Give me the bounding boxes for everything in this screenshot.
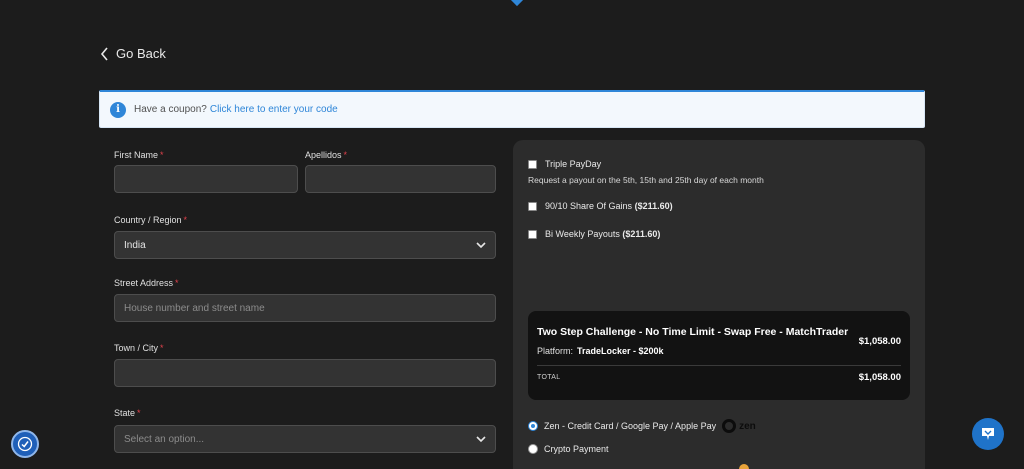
go-back-label: Go Back	[116, 46, 166, 61]
town-label: Town / City *	[114, 343, 164, 353]
first-name-field[interactable]	[114, 165, 298, 193]
country-select[interactable]: India	[114, 231, 496, 259]
addon-share-gains[interactable]: 90/10 Share Of Gains ($211.60)	[528, 201, 673, 211]
order-panel: Triple PayDay Request a payout on the 5t…	[513, 140, 925, 469]
state-select[interactable]: Select an option...	[114, 425, 496, 453]
checkbox[interactable]	[528, 229, 537, 239]
platform-line: Platform: TradeLocker - $200k	[537, 346, 664, 356]
go-back-link[interactable]: Go Back	[100, 46, 166, 61]
order-summary: Two Step Challenge - No Time Limit - Swa…	[528, 311, 910, 400]
total-amount: $1,058.00	[858, 372, 901, 383]
country-label: Country / Region *	[114, 215, 188, 225]
chevron-down-icon	[476, 436, 486, 443]
apellidos-label: Apellidos *	[305, 150, 348, 160]
accessibility-icon	[17, 436, 33, 452]
country-value: India	[124, 239, 146, 251]
town-input[interactable]	[114, 359, 496, 387]
divider	[537, 365, 901, 366]
chevron-down-icon	[476, 242, 486, 249]
top-indicator	[509, 0, 525, 7]
product-price: $1,058.00	[858, 336, 901, 347]
first-name-label: First Name *	[114, 150, 164, 160]
checkbox[interactable]	[528, 201, 537, 211]
street-address-input[interactable]: House number and street name	[114, 294, 496, 322]
coupon-notice: i Have a coupon? Click here to enter you…	[99, 90, 925, 128]
state-placeholder: Select an option...	[124, 433, 205, 445]
payment-option-crypto[interactable]: Crypto Payment	[528, 444, 609, 454]
street-label: Street Address *	[114, 278, 179, 288]
apellidos-field[interactable]	[305, 165, 496, 193]
chat-support-button[interactable]	[972, 418, 1004, 450]
product-title: Two Step Challenge - No Time Limit - Swa…	[537, 326, 849, 338]
payment-option-zen[interactable]: Zen - Credit Card / Google Pay / Apple P…	[528, 419, 756, 433]
accessibility-button[interactable]	[11, 430, 39, 458]
radio-button[interactable]	[528, 421, 538, 431]
addon-biweekly[interactable]: Bi Weekly Payouts ($211.60)	[528, 229, 660, 239]
total-label: TOTAL	[537, 374, 561, 381]
state-label: State *	[114, 408, 141, 418]
partial-icon	[739, 464, 749, 469]
addon-triple-description: Request a payout on the 5th, 15th and 25…	[528, 175, 764, 185]
coupon-text: Have a coupon?	[134, 104, 207, 115]
checkbox[interactable]	[528, 159, 537, 169]
addon-triple-payday[interactable]: Triple PayDay	[528, 159, 601, 169]
info-icon: i	[110, 101, 126, 118]
radio-button[interactable]	[528, 444, 538, 454]
zen-logo: zen	[722, 419, 756, 433]
chevron-left-icon	[100, 46, 108, 61]
support-icon	[982, 428, 994, 440]
coupon-link[interactable]: Click here to enter your code	[210, 104, 338, 115]
